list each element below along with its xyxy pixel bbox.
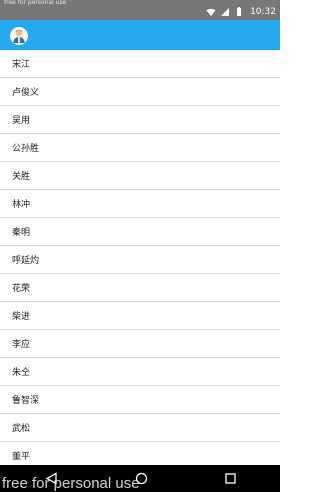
list-item-label: 呼延灼 — [12, 256, 40, 266]
status-bar: free for personal use 10:32 — [0, 0, 280, 20]
list-item-label: 秦明 — [12, 228, 31, 238]
list-item-label: 关胜 — [12, 172, 31, 182]
wifi-icon — [206, 8, 216, 16]
list-item-label: 卢俊义 — [12, 88, 40, 98]
status-time: 10:32 — [250, 7, 276, 17]
status-notification-text: free for personal use — [4, 0, 67, 6]
list-item-label: 鲁智深 — [12, 396, 40, 406]
status-icons: 10:32 — [206, 6, 276, 18]
avatar-figure-icon — [13, 29, 25, 43]
list-item-label: 柴进 — [12, 312, 31, 322]
list-item[interactable]: 林冲 — [0, 190, 280, 218]
list-item-label: 武松 — [12, 424, 31, 434]
battery-icon — [237, 7, 242, 16]
list-item[interactable]: 呼延灼 — [0, 246, 280, 274]
navigation-bar — [0, 465, 280, 492]
list-item-label: 公孙胜 — [12, 144, 40, 154]
list-item[interactable]: 卢俊义 — [0, 78, 280, 106]
list-item-label: 林冲 — [12, 200, 31, 210]
list-item[interactable]: 秦明 — [0, 218, 280, 246]
list-item[interactable]: 花荣 — [0, 274, 280, 302]
app-bar — [0, 20, 280, 50]
list-item[interactable]: 吴用 — [0, 106, 280, 134]
home-icon[interactable] — [135, 472, 148, 485]
list-item[interactable]: 柴进 — [0, 302, 280, 330]
list-item[interactable]: 宋江 — [0, 50, 280, 78]
list-item-label: 吴用 — [12, 116, 31, 126]
list-item-label: 董平 — [12, 452, 31, 462]
list-item-label: 李应 — [12, 340, 31, 350]
list-item[interactable]: 关胜 — [0, 162, 280, 190]
list-item-label: 花荣 — [12, 284, 31, 294]
hero-list[interactable]: 宋江 卢俊义 吴用 公孙胜 关胜 林冲 秦明 呼延灼 花荣 柴进 李应 朱仝 鲁… — [0, 50, 280, 470]
list-item[interactable]: 鲁智深 — [0, 386, 280, 414]
list-item[interactable]: 朱仝 — [0, 358, 280, 386]
signal-icon — [221, 8, 230, 16]
list-item-label: 朱仝 — [12, 368, 31, 378]
back-icon[interactable] — [45, 472, 58, 485]
recent-apps-icon[interactable] — [224, 472, 237, 485]
list-item[interactable]: 公孙胜 — [0, 134, 280, 162]
list-item[interactable]: 武松 — [0, 414, 280, 442]
app-avatar-icon[interactable] — [10, 27, 28, 45]
list-item[interactable]: 李应 — [0, 330, 280, 358]
list-item-label: 宋江 — [12, 60, 31, 70]
